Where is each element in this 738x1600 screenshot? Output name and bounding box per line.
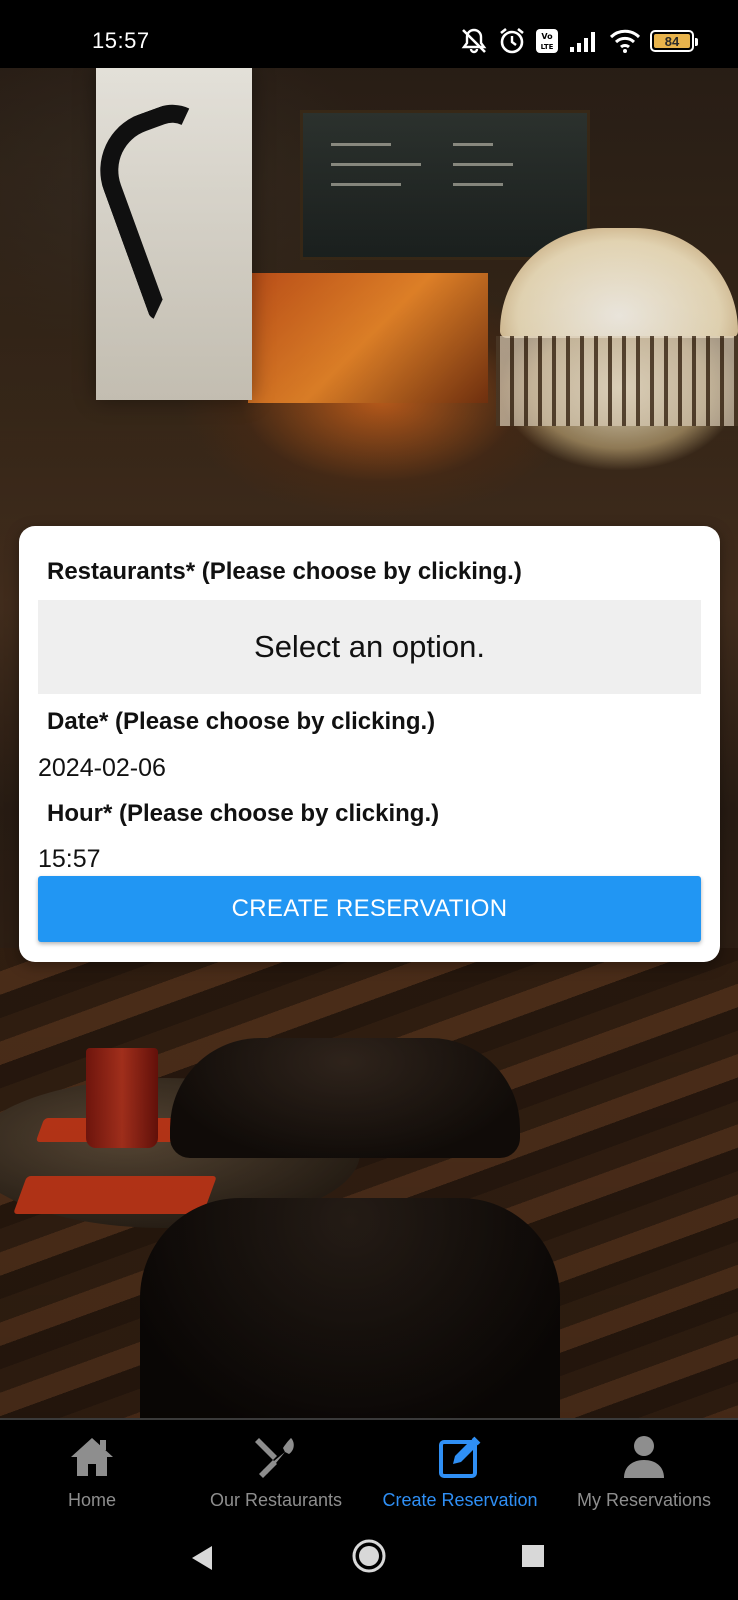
nav-label-my-reservations: My Reservations: [576, 1490, 712, 1510]
status-bar: 15:57 Vo LTE 84: [0, 0, 738, 68]
mute-icon: [459, 27, 489, 55]
restaurant-select[interactable]: Select an option.: [38, 600, 701, 694]
volte-icon: Vo LTE: [535, 28, 559, 54]
battery-icon: 84: [650, 30, 698, 52]
create-reservation-button[interactable]: CREATE RESERVATION: [38, 876, 701, 942]
user-icon: [622, 1432, 666, 1482]
home-circle-icon[interactable]: [351, 1538, 387, 1579]
status-time: 15:57: [92, 28, 150, 53]
reservation-form-card: Restaurants* (Please choose by clicking.…: [19, 526, 720, 962]
signal-icon: [568, 29, 600, 53]
svg-text:LTE: LTE: [541, 43, 554, 51]
svg-text:Vo: Vo: [541, 32, 553, 41]
hour-field[interactable]: 15:57: [38, 845, 101, 874]
nav-label-home: Home: [67, 1490, 116, 1510]
wifi-icon: [609, 28, 641, 54]
alarm-icon: [498, 27, 526, 55]
recents-icon[interactable]: [521, 1544, 545, 1573]
nav-label-create-reservation: Create Reservation: [382, 1490, 538, 1510]
nav-item-home[interactable]: Home: [0, 1420, 184, 1526]
hour-label: Hour* (Please choose by clicking.): [47, 800, 440, 827]
nav-item-create-reservation[interactable]: Create Reservation: [368, 1420, 552, 1526]
home-icon: [69, 1432, 115, 1482]
system-navigation-bar: [0, 1524, 738, 1600]
edit-icon: [437, 1432, 483, 1482]
bottom-navigation: Home Our Restaurants Create Reservation …: [0, 1418, 738, 1524]
back-icon[interactable]: [190, 1544, 214, 1577]
nav-label-our-restaurants: Our Restaurants: [209, 1490, 343, 1510]
utensils-icon: [253, 1432, 299, 1482]
battery-level: 84: [654, 34, 690, 49]
date-label: Date* (Please choose by clicking.): [47, 708, 436, 735]
restaurant-label: Restaurants* (Please choose by clicking.…: [47, 558, 522, 585]
date-field[interactable]: 2024-02-06: [38, 754, 166, 783]
nav-item-my-reservations[interactable]: My Reservations: [552, 1420, 736, 1526]
nav-item-our-restaurants[interactable]: Our Restaurants: [184, 1420, 368, 1526]
status-icons: Vo LTE 84: [459, 26, 698, 56]
